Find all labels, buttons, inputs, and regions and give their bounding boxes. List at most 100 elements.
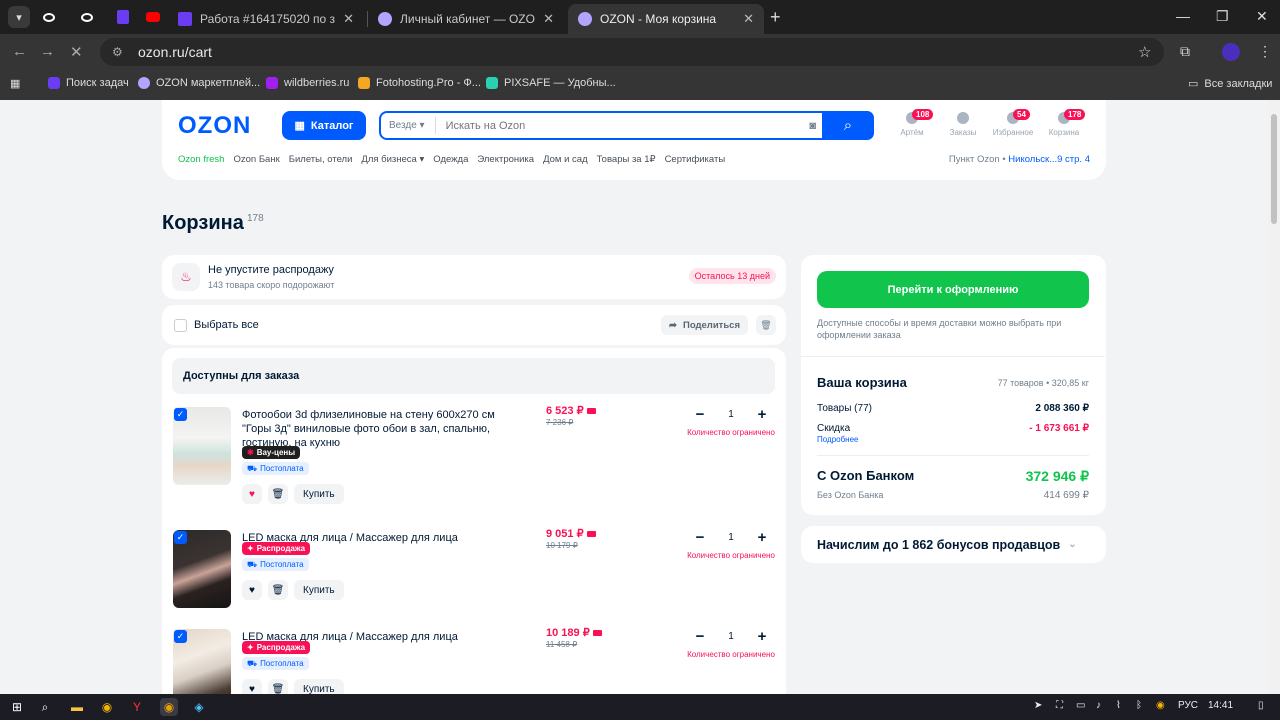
all-bookmarks[interactable]: ▭ Все закладки bbox=[1188, 77, 1272, 91]
details-link[interactable]: Подробнее bbox=[817, 435, 859, 444]
windows-start-icon[interactable]: ⊞ bbox=[8, 698, 26, 716]
favorite-button[interactable]: ♥ bbox=[242, 580, 262, 600]
search-icon[interactable]: ⌕ bbox=[36, 698, 54, 716]
language-indicator[interactable]: РУС bbox=[1178, 700, 1198, 711]
bluetooth-icon[interactable]: ᛒ bbox=[1136, 700, 1142, 711]
buy-button[interactable]: Купить bbox=[294, 580, 344, 600]
close-icon[interactable]: ✕ bbox=[743, 11, 754, 27]
bookmark-star-icon[interactable]: ☆ bbox=[1138, 43, 1151, 61]
buy-button[interactable]: Купить bbox=[294, 679, 344, 694]
url-bar[interactable]: ⚙ ozon.ru/cart bbox=[100, 38, 1164, 66]
pickup-point[interactable]: Пункт Ozon • Никольск...9 стр. 4 bbox=[949, 154, 1090, 165]
nav-certificates[interactable]: Сертификаты bbox=[665, 154, 726, 165]
decrease-button[interactable]: − bbox=[693, 406, 707, 423]
wifi-icon[interactable]: ⌇ bbox=[1116, 700, 1121, 711]
chrome-active-icon[interactable]: ◉ bbox=[160, 698, 178, 716]
decrease-button[interactable]: − bbox=[693, 628, 707, 645]
camera-icon[interactable]: ◙ bbox=[809, 120, 816, 132]
delete-item-button[interactable]: 🗑 bbox=[268, 679, 288, 694]
item-checkbox[interactable]: ✓ bbox=[174, 531, 187, 544]
item-checkbox[interactable]: ✓ bbox=[174, 408, 187, 421]
bookmark-item[interactable]: wildberries.ru bbox=[266, 77, 349, 89]
select-all-checkbox[interactable] bbox=[174, 319, 187, 332]
new-tab-icon[interactable]: + bbox=[770, 7, 781, 28]
favorite-button[interactable]: ♥ bbox=[242, 484, 262, 504]
header-favorites[interactable]: 54 Избранное bbox=[988, 109, 1038, 137]
tab-ozon-cart[interactable]: OZON - Моя корзина ✕ bbox=[568, 4, 764, 34]
bookmark-item[interactable]: Fotohosting.Pro - Ф... bbox=[358, 77, 481, 89]
share-button[interactable]: ➦ Поделиться bbox=[661, 315, 748, 335]
header-orders[interactable]: Заказы bbox=[938, 112, 988, 137]
stop-icon[interactable]: ✕ bbox=[70, 43, 83, 61]
keyboard-icon[interactable]: ▭ bbox=[1076, 700, 1085, 711]
clock[interactable]: 14:41 bbox=[1208, 700, 1233, 711]
nav-tickets[interactable]: Билеты, отели bbox=[289, 154, 353, 165]
nav-ozon-fresh[interactable]: Ozon fresh bbox=[178, 154, 224, 165]
nav-clothes[interactable]: Одежда bbox=[433, 154, 468, 165]
profile-avatar[interactable] bbox=[1222, 43, 1240, 61]
close-icon[interactable]: ✕ bbox=[543, 11, 554, 27]
search-button[interactable]: ⌕ bbox=[822, 111, 874, 140]
file-explorer-icon[interactable]: ▬ bbox=[68, 698, 86, 716]
your-cart-row: Ваша корзина 77 товаров • 320,85 кг bbox=[817, 375, 1089, 390]
yandex-icon[interactable]: Y bbox=[128, 698, 146, 716]
forward-icon[interactable]: → bbox=[40, 43, 55, 60]
select-all-label[interactable]: Выбрать все bbox=[194, 319, 259, 331]
back-icon[interactable]: ← bbox=[12, 43, 27, 60]
chrome-tray-icon[interactable]: ◉ bbox=[1156, 700, 1165, 711]
screenshot-icon[interactable]: ⛶ bbox=[1056, 700, 1063, 711]
minimize-icon[interactable]: — bbox=[1176, 8, 1190, 24]
catalog-button[interactable]: ▦ Каталог bbox=[282, 111, 366, 140]
nav-ozon-bank[interactable]: Ozon Банк bbox=[233, 154, 279, 165]
pinned-tab[interactable] bbox=[74, 6, 100, 28]
search-input[interactable] bbox=[435, 119, 810, 132]
increase-button[interactable]: + bbox=[755, 628, 769, 645]
header-profile[interactable]: 108 Артём bbox=[887, 109, 937, 137]
nav-home[interactable]: Дом и сад bbox=[543, 154, 588, 165]
delete-item-button[interactable]: 🗑 bbox=[268, 484, 288, 504]
bonus-text: Начислим до 1 862 бонусов продавцов bbox=[817, 537, 1061, 552]
search-icon: ⌕ bbox=[843, 117, 853, 134]
search-scope-select[interactable]: Везде ▾ bbox=[381, 117, 436, 134]
item-checkbox[interactable]: ✓ bbox=[174, 630, 187, 643]
tab-work[interactable]: Работа #164175020 по заказу ✕ bbox=[168, 4, 364, 34]
tab-favicon-icon bbox=[578, 12, 592, 26]
apps-icon[interactable]: ▦ bbox=[10, 77, 20, 90]
bookmark-item[interactable]: OZON маркетплей... bbox=[138, 77, 260, 89]
page-scrollbar[interactable] bbox=[1268, 100, 1280, 694]
pinned-tab[interactable] bbox=[110, 6, 136, 28]
increase-button[interactable]: + bbox=[755, 406, 769, 423]
bonus-banner[interactable]: Начислим до 1 862 бонусов продавцов ⌄ bbox=[801, 526, 1106, 563]
sale-banner[interactable]: ♨ Не упустите распродажу 143 товара скор… bbox=[162, 255, 786, 299]
tab-ozon-account[interactable]: Личный кабинет — OZON ✕ bbox=[368, 4, 564, 34]
menu-icon[interactable]: ⋮ bbox=[1258, 43, 1272, 60]
product-name[interactable]: Фотообои 3d флизелиновые на стену 600х27… bbox=[242, 408, 512, 450]
notifications-icon[interactable]: ▯ bbox=[1258, 700, 1264, 711]
delete-item-button[interactable]: 🗑 bbox=[268, 580, 288, 600]
decrease-button[interactable]: − bbox=[693, 529, 707, 546]
delete-selected-button[interactable]: 🗑 bbox=[756, 315, 776, 335]
increase-button[interactable]: + bbox=[755, 529, 769, 546]
nav-1rub[interactable]: Товары за 1₽ bbox=[597, 154, 656, 165]
tab-search-icon[interactable]: ▾ bbox=[8, 6, 30, 28]
site-info-icon[interactable]: ⚙ bbox=[112, 45, 126, 59]
header-cart[interactable]: 178 Корзина bbox=[1039, 109, 1089, 137]
ozon-logo[interactable]: OZON bbox=[178, 112, 251, 140]
bookmark-item[interactable]: Поиск задач bbox=[48, 77, 129, 89]
maximize-icon[interactable]: ❐ bbox=[1216, 8, 1229, 25]
youtube-icon[interactable] bbox=[140, 6, 166, 28]
bookmark-item[interactable]: PIXSAFE — Удобны... bbox=[486, 77, 616, 89]
close-window-icon[interactable]: ✕ bbox=[1256, 8, 1268, 25]
pinned-tab[interactable] bbox=[36, 6, 62, 28]
extensions-icon[interactable]: ⧉ bbox=[1180, 43, 1190, 60]
volume-icon[interactable]: ♪ bbox=[1096, 700, 1101, 711]
nav-electronics[interactable]: Электроника bbox=[477, 154, 534, 165]
telegram-icon[interactable]: ➤ bbox=[1034, 700, 1042, 711]
chrome-icon[interactable]: ◉ bbox=[98, 698, 116, 716]
favorite-button[interactable]: ♥ bbox=[242, 679, 262, 694]
app-icon[interactable]: ◈ bbox=[190, 698, 208, 716]
buy-button[interactable]: Купить bbox=[294, 484, 344, 504]
nav-business[interactable]: Для бизнеса ▾ bbox=[361, 154, 424, 165]
close-icon[interactable]: ✕ bbox=[343, 11, 354, 27]
checkout-button[interactable]: Перейти к оформлению bbox=[817, 271, 1089, 308]
